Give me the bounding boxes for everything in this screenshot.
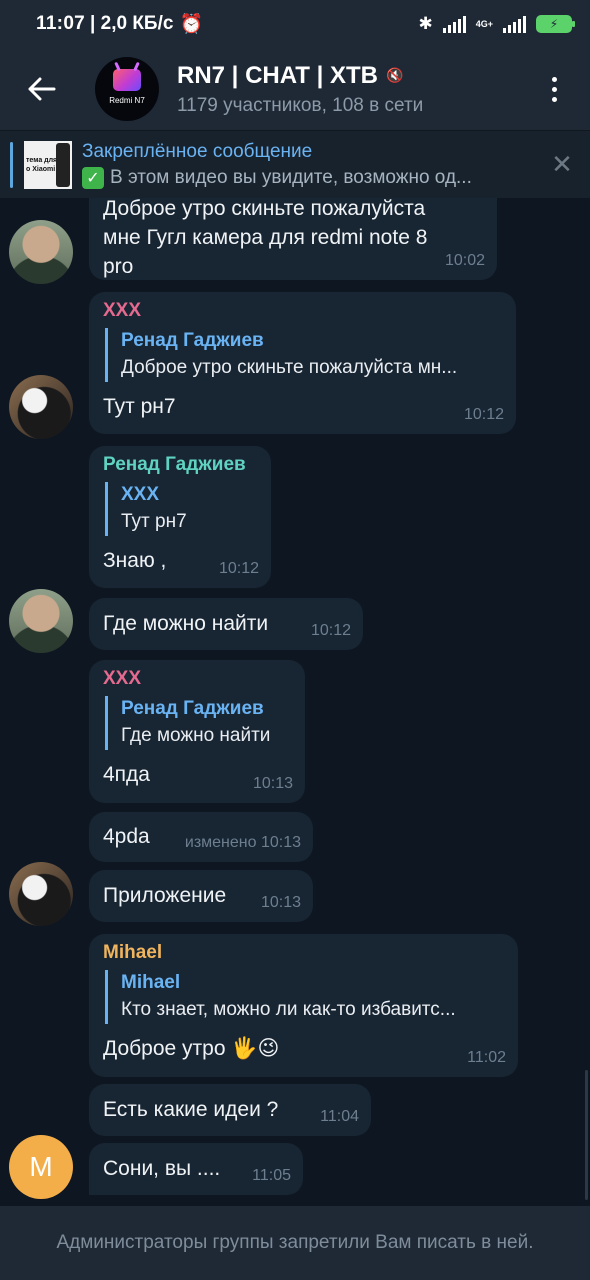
arrow-left-icon bbox=[28, 77, 56, 101]
message-text: Есть какие идеи ? bbox=[103, 1098, 279, 1121]
message-author: Ренад Гаджиев bbox=[103, 454, 246, 475]
message-bubble[interactable]: Сони, вы .... 11:05 bbox=[89, 1143, 303, 1195]
message-list[interactable]: Доброе утро скиньте пожалуйста мне Гугл … bbox=[0, 198, 590, 1206]
mute-icon: 🔇 bbox=[386, 67, 404, 83]
reply-quote[interactable]: Ренад Гаджиев Доброе утро скиньте пожалу… bbox=[105, 328, 502, 382]
status-time: 11:07 bbox=[36, 13, 86, 34]
message-bubble[interactable]: XXX Ренад Гаджиев Доброе утро скиньте по… bbox=[89, 292, 516, 434]
chat-info[interactable]: RN7 | CHAT | XTB 🔇 1179 участников, 108 … bbox=[177, 62, 534, 117]
pinned-message[interactable]: тема для о Xiaomi Закреплённое сообщение… bbox=[0, 130, 590, 198]
message-author: XXX bbox=[103, 300, 142, 321]
message-time: 10:12 bbox=[463, 406, 504, 423]
avatar[interactable] bbox=[9, 589, 73, 653]
pinned-thumbnail: тема для о Xiaomi bbox=[24, 140, 72, 189]
message-time: 10:12 bbox=[218, 560, 259, 577]
redmi-logo bbox=[113, 69, 141, 91]
reply-text: Доброе утро скиньте пожалуйста мн... bbox=[121, 357, 458, 378]
more-vert-icon bbox=[551, 76, 557, 82]
avatar[interactable] bbox=[9, 862, 73, 926]
back-button[interactable] bbox=[0, 48, 84, 130]
avatar[interactable] bbox=[9, 375, 73, 439]
pinned-title: Закреплённое сообщение bbox=[82, 140, 313, 162]
message-time: 10:13 bbox=[252, 775, 293, 792]
message-bubble[interactable]: 4pda изменено 10:13 bbox=[89, 812, 313, 862]
message-author: Mihael bbox=[103, 942, 163, 963]
network-speed: | 2,0 КБ/с bbox=[90, 13, 174, 34]
message-bubble[interactable]: Доброе утро скиньте пожалуйста мне Гугл … bbox=[89, 198, 497, 280]
message-time: 10:12 bbox=[310, 622, 351, 639]
message-time: 10:02 bbox=[444, 252, 485, 269]
restricted-notice: Администраторы группы запретили Вам писа… bbox=[56, 1232, 534, 1253]
message-bubble[interactable]: Где можно найти 10:12 bbox=[89, 598, 363, 650]
reply-text: Где можно найти bbox=[121, 725, 271, 746]
scrollbar[interactable] bbox=[585, 1070, 588, 1200]
chat-avatar-label: Redmi N7 bbox=[109, 96, 145, 105]
status-bar: 11:07 | 2,0 КБ/с ⏰ ✱ 4G+ ⚡ bbox=[0, 0, 590, 48]
message-text: Доброе утро скиньте пожалуйста мне Гугл … bbox=[103, 198, 428, 278]
bluetooth-icon: ✱ bbox=[418, 14, 433, 33]
message-bubble[interactable]: Ренад Гаджиев XXX Тут рн7 Знаю , 10:12 bbox=[89, 446, 271, 588]
message-time: 10:13 bbox=[260, 894, 301, 911]
avatar-initial: M bbox=[29, 1151, 53, 1182]
message-bubble[interactable]: Есть какие идеи ? 11:04 bbox=[89, 1084, 371, 1136]
pinned-body: В этом видео вы увидите, возможно од... bbox=[110, 166, 472, 188]
network-type: 4G+ bbox=[475, 18, 493, 29]
chat-header: Redmi N7 RN7 | CHAT | XTB 🔇 1179 участни… bbox=[0, 48, 590, 130]
reply-quote[interactable]: Ренад Гаджиев Где можно найти bbox=[105, 696, 291, 750]
message-time: изменено 10:13 bbox=[184, 834, 301, 851]
message-time: 11:02 bbox=[467, 1049, 506, 1066]
check-mark-icon: ✓ bbox=[82, 166, 104, 189]
message-text: Доброе утро 🖐😉 bbox=[103, 1037, 280, 1060]
signal-icon bbox=[442, 15, 466, 33]
reply-quote[interactable]: XXX Тут рн7 bbox=[105, 482, 257, 536]
battery-icon: ⚡ bbox=[536, 15, 575, 33]
avatar[interactable]: M bbox=[9, 1135, 73, 1199]
avatar[interactable] bbox=[9, 220, 73, 284]
chat-avatar[interactable]: Redmi N7 bbox=[95, 57, 159, 121]
phone-image bbox=[56, 142, 70, 187]
message-text: Тут рн7 bbox=[103, 395, 176, 418]
reply-author: XXX bbox=[121, 484, 160, 505]
close-pinned-button[interactable]: ✕ bbox=[534, 149, 590, 180]
alarm-icon: ⏰ bbox=[179, 14, 204, 35]
reply-author: Ренад Гаджиев bbox=[121, 698, 264, 719]
message-bubble[interactable]: XXX Ренад Гаджиев Где можно найти 4пда 1… bbox=[89, 660, 305, 803]
reply-text: Кто знает, можно ли как-то избавитс... bbox=[121, 999, 456, 1020]
reply-quote[interactable]: Mihael Кто знает, можно ли как-то избави… bbox=[105, 970, 504, 1024]
pin-indicator bbox=[10, 141, 13, 188]
message-author: XXX bbox=[103, 668, 142, 689]
message-bubble[interactable]: Приложение 10:13 bbox=[89, 870, 313, 922]
chat-subtitle: 1179 участников, 108 в сети bbox=[177, 94, 424, 116]
message-time: 11:05 bbox=[252, 1167, 291, 1184]
message-time: 11:04 bbox=[320, 1108, 359, 1125]
chat-title: RN7 | CHAT | XTB bbox=[177, 61, 378, 89]
message-bubble[interactable]: Mihael Mihael Кто знает, можно ли как-то… bbox=[89, 934, 518, 1077]
reply-author: Ренад Гаджиев bbox=[121, 330, 264, 351]
signal-icon-2 bbox=[503, 15, 526, 33]
close-icon: ✕ bbox=[551, 149, 573, 179]
write-restricted-bar: Администраторы группы запретили Вам писа… bbox=[0, 1206, 590, 1280]
reply-text: Тут рн7 bbox=[121, 511, 187, 532]
more-menu-button[interactable] bbox=[534, 59, 574, 119]
reply-author: Mihael bbox=[121, 972, 181, 993]
